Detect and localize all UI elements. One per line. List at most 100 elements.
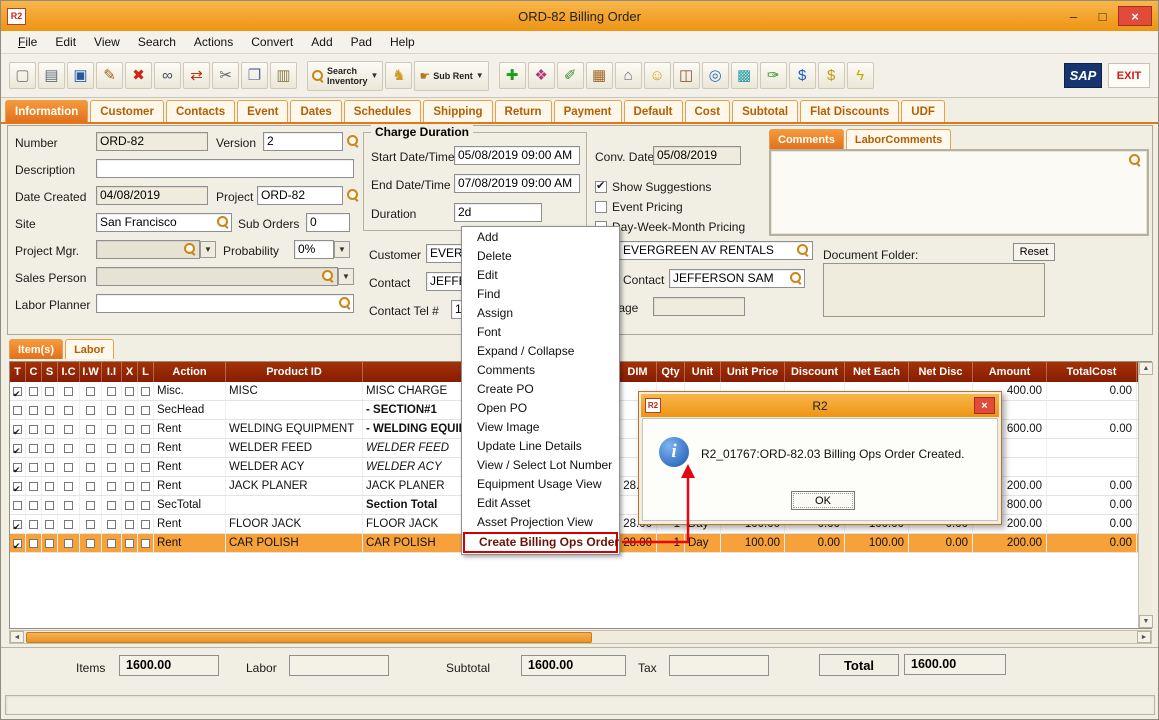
menu-item-search[interactable]: Search [129,33,185,51]
media-icon[interactable]: ◫ [673,62,700,89]
scroll-left-button[interactable]: ◄ [10,631,24,643]
sales-person-field[interactable] [96,267,338,286]
sub-rent-button[interactable]: ☛ Sub Rent ▼ [414,61,488,91]
edit-pencil-icon[interactable]: ✎ [96,62,123,89]
flash-icon[interactable]: ϟ [847,62,874,89]
calendar-icon[interactable]: ▦ [586,62,613,89]
context-menu-item-create-po[interactable]: Create PO [463,380,618,399]
delete-icon[interactable]: ✖ [125,62,152,89]
row-checkbox[interactable] [141,406,150,415]
vertical-scrollbar[interactable]: ▲ ▼ [1138,362,1152,628]
row-checkbox[interactable] [141,520,150,529]
row-checkbox[interactable] [45,444,54,453]
project-lookup-icon[interactable] [347,189,359,201]
row-checkbox[interactable] [107,539,116,548]
copy-icon[interactable]: ❐ [241,62,268,89]
tab-labor[interactable]: Labor [65,339,114,359]
row-checkbox[interactable] [86,387,95,396]
tab-customer[interactable]: Customer [90,100,164,122]
probability-field[interactable]: 0% [294,240,334,259]
row-checkbox[interactable] [29,539,38,548]
start-datetime-field[interactable]: 05/08/2019 09:00 AM [454,146,580,165]
tab-comments[interactable]: Comments [769,129,844,149]
tab-schedules[interactable]: Schedules [344,100,422,122]
row-checkbox[interactable] [64,463,73,472]
row-checkbox[interactable] [86,520,95,529]
context-menu-item-view-select-lot-number[interactable]: View / Select Lot Number [463,456,618,475]
row-checkbox[interactable] [107,482,116,491]
scroll-up-button[interactable]: ▲ [1139,362,1153,375]
site-lookup-icon[interactable] [217,216,229,228]
smiley-icon[interactable]: ☺ [644,62,671,89]
tab-payment[interactable]: Payment [554,100,622,122]
row-checkbox[interactable] [141,463,150,472]
row-checkbox[interactable] [29,463,38,472]
project-field[interactable]: ORD-82 [257,186,343,205]
row-checkbox[interactable] [107,520,116,529]
description-field[interactable] [96,159,354,178]
document-folder-box[interactable] [823,263,1045,317]
project-mgr-lookup-icon[interactable] [184,243,196,255]
context-menu-item-expand-collapse[interactable]: Expand / Collapse [463,342,618,361]
context-menu-item-equipment-usage-view[interactable]: Equipment Usage View [463,475,618,494]
context-menu-item-update-line-details[interactable]: Update Line Details [463,437,618,456]
row-checkbox[interactable] [29,501,38,510]
row-checkbox[interactable] [45,425,54,434]
tab-udf[interactable]: UDF [901,100,945,122]
contact-display-field[interactable]: JEFFERSON SAM [669,269,805,288]
row-checkbox[interactable] [86,406,95,415]
row-checkbox[interactable] [29,425,38,434]
company-icon[interactable]: ⌂ [615,62,642,89]
exit-button[interactable]: EXIT [1108,63,1150,88]
checkbox-show-suggestions[interactable]: Show Suggestions [595,177,745,197]
site-field[interactable]: San Francisco [96,213,232,232]
row-checkbox[interactable] [125,406,134,415]
context-menu-item-edit[interactable]: Edit [463,266,618,285]
row-checkbox[interactable] [45,539,54,548]
save-icon[interactable]: ▣ [67,62,94,89]
edit-note-icon[interactable]: ✐ [557,62,584,89]
row-checkbox[interactable] [64,539,73,548]
close-button[interactable]: × [1118,6,1152,26]
row-checkbox[interactable] [141,387,150,396]
maximize-button[interactable]: □ [1089,6,1116,26]
version-lookup-icon[interactable] [347,135,359,147]
row-checkbox[interactable] [86,501,95,510]
row-checkbox[interactable] [125,387,134,396]
row-checkbox[interactable] [13,387,22,396]
context-menu-item-create-billing-ops-order[interactable]: Create Billing Ops Order [463,532,618,553]
tab-item-s[interactable]: Item(s) [9,339,63,359]
row-checkbox[interactable] [125,501,134,510]
context-menu-item-add[interactable]: Add [463,228,618,247]
add-item-icon[interactable]: ✚ [499,62,526,89]
horizontal-scrollbar[interactable]: ◄ ► [9,630,1152,644]
row-checkbox[interactable] [64,482,73,491]
row-checkbox[interactable] [29,387,38,396]
row-checkbox[interactable] [45,482,54,491]
ok-button[interactable]: OK [791,491,855,510]
dialog-close-button[interactable]: × [974,397,995,414]
checkbox-box[interactable] [595,181,607,193]
row-checkbox[interactable] [107,387,116,396]
search-inventory-button[interactable]: SearchInventory ▼ [307,61,383,91]
row-checkbox[interactable] [13,444,22,453]
row-checkbox[interactable] [86,482,95,491]
context-menu-item-comments[interactable]: Comments [463,361,618,380]
tab-laborcomments[interactable]: LaborComments [846,129,951,149]
row-checkbox[interactable] [64,444,73,453]
checkbox-event-pricing[interactable]: Event Pricing [595,197,745,217]
new-document-icon[interactable]: ▢ [9,62,36,89]
version-field[interactable]: 2 [263,132,343,151]
scrollbar-thumb[interactable] [26,632,592,643]
menu-item-pad[interactable]: Pad [342,33,381,51]
menu-item-edit[interactable]: Edit [46,33,85,51]
tab-cost[interactable]: Cost [685,100,731,122]
menu-item-add[interactable]: Add [302,33,341,51]
minimize-button[interactable]: – [1060,6,1087,26]
cube-icon[interactable]: ▩ [731,62,758,89]
row-checkbox[interactable] [86,425,95,434]
context-menu-item-font[interactable]: Font [463,323,618,342]
context-menu-item-find[interactable]: Find [463,285,618,304]
compose-icon[interactable]: ✑ [760,62,787,89]
duration-field[interactable]: 2d [454,203,542,222]
